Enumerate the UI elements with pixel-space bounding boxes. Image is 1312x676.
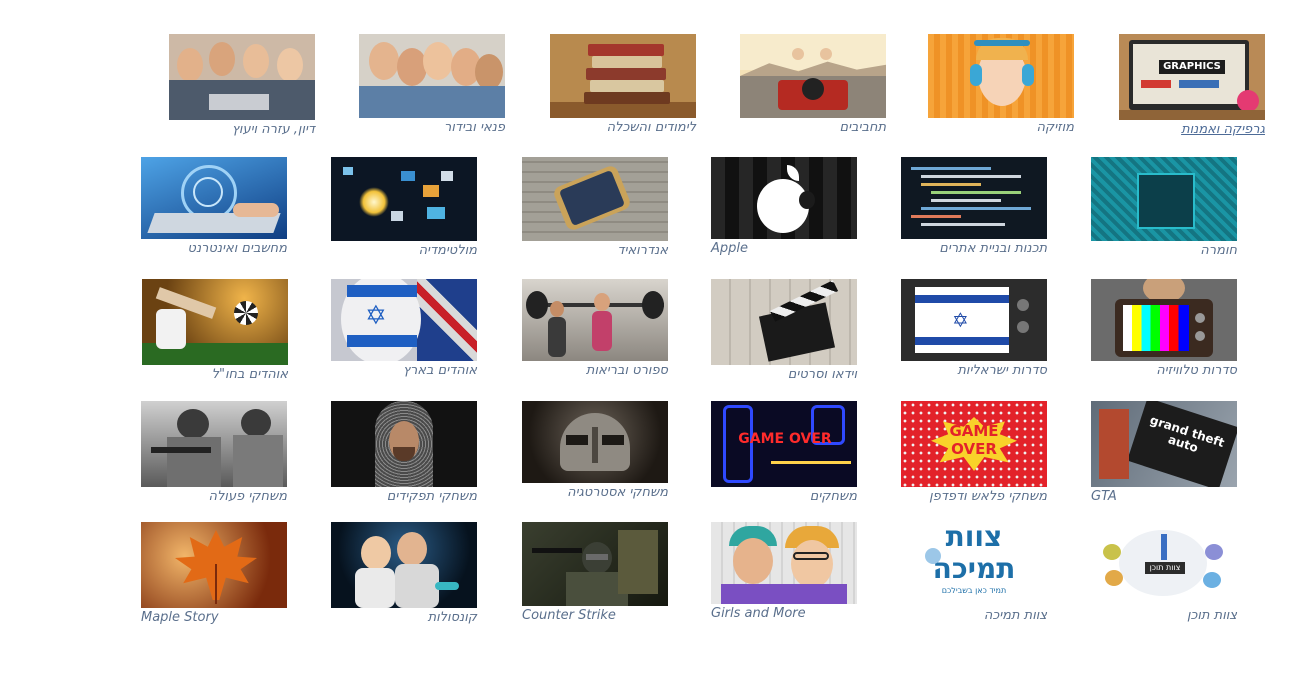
friends-selfie-thumbnail [359, 34, 505, 118]
category-label[interactable]: פנאי ובידור [359, 120, 505, 135]
category-label[interactable]: וידאו וסרטים [711, 367, 857, 382]
category-label[interactable]: Maple Story [141, 610, 287, 625]
soldiers-action-thumbnail [141, 401, 287, 487]
category-tile-discussion[interactable]: דיון, עזרה ויעוץ [169, 34, 315, 137]
support-team-word-1: צוות [945, 522, 1003, 553]
category-tile-music[interactable]: מוזיקה [928, 34, 1074, 135]
category-tile-games[interactable]: GAME OVER משחקים [711, 401, 857, 504]
category-label[interactable]: גרפיקה ואמנות [1119, 122, 1265, 137]
category-label[interactable]: משחקים [711, 489, 857, 504]
category-label[interactable]: ספורט ובריאות [522, 363, 668, 378]
category-label[interactable]: אוהדים בארץ [331, 363, 477, 378]
content-team-badge: צוות תוכן [1145, 562, 1185, 574]
category-label[interactable]: אוהדים בחו"ל [142, 367, 288, 382]
laptop-typing-thumbnail [141, 157, 287, 239]
category-label[interactable]: סדרות ישראליות [901, 363, 1047, 378]
category-tile-action-games[interactable]: משחקי פעולה [141, 401, 287, 504]
music-headphones-thumbnail [928, 34, 1074, 118]
category-label[interactable]: משחקי פלאש ודפדפן [901, 489, 1047, 504]
category-tile-strategy-games[interactable]: משחקי אסטרטגיה [522, 401, 668, 500]
discussion-group-thumbnail [169, 34, 315, 120]
category-label[interactable]: תחביבים [740, 120, 886, 135]
category-label[interactable]: מוזיקה [928, 120, 1075, 135]
category-tile-maple-story[interactable]: Maple Story [141, 522, 287, 625]
category-tile-leisure[interactable]: פנאי ובידור [359, 34, 505, 135]
books-stack-thumbnail [550, 34, 696, 118]
category-tile-counter-strike[interactable]: Counter Strike [522, 522, 668, 623]
maple-leaf-thumbnail [141, 522, 287, 608]
category-tile-israeli-series[interactable]: ✡ סדרות ישראליות [901, 279, 1047, 378]
category-tile-content-team[interactable]: צוות תוכן צוות תוכן [1091, 522, 1237, 623]
category-label[interactable]: משחקי אסטרטגיה [522, 485, 668, 500]
gta-cover-thumbnail: grand theft auto [1091, 401, 1237, 487]
category-tile-fans-abroad[interactable]: אוהדים בחו"ל [142, 279, 288, 382]
category-tile-programming[interactable]: תכנות ובניית אתרים [901, 157, 1047, 256]
category-label[interactable]: אנדרואיד [522, 243, 668, 258]
support-team-tagline: תמיד כאן בשבילכם [941, 586, 1007, 595]
content-team-logo-thumbnail: צוות תוכן [1091, 522, 1237, 606]
category-label[interactable]: GTA [1091, 489, 1237, 504]
counter-strike-thumbnail [522, 522, 668, 606]
category-label[interactable]: סדרות טלוויזיה [1091, 363, 1237, 378]
category-label[interactable]: צוות תמיכה [901, 608, 1047, 623]
category-label[interactable]: תכנות ובניית אתרים [901, 241, 1047, 256]
category-tile-girls-and-more[interactable]: Girls and More [711, 522, 857, 621]
category-label[interactable]: Counter Strike [522, 608, 668, 623]
code-screen-thumbnail [901, 157, 1047, 239]
graphics-word: GRAPHICS [1159, 60, 1225, 74]
viking-helmet-thumbnail [522, 401, 668, 483]
apple-logo-thumbnail [711, 157, 857, 239]
game-over-comic-thumbnail: GAME OVER [901, 401, 1047, 487]
console-players-thumbnail [331, 522, 477, 608]
game-over-text: GAME OVER [738, 431, 832, 447]
category-label[interactable]: Apple [711, 241, 857, 256]
category-tile-graphics[interactable]: GRAPHICS גרפיקה ואמנות [1119, 34, 1265, 137]
soccer-kick-thumbnail [142, 279, 288, 365]
two-girls-thumbnail [711, 522, 857, 604]
category-tile-android[interactable]: אנדרואיד [522, 157, 668, 258]
category-label[interactable]: לימודים והשכלה [550, 120, 696, 135]
gym-barbell-thumbnail [522, 279, 668, 361]
category-tile-studies[interactable]: לימודים והשכלה [550, 34, 696, 135]
over-word: OVER [951, 440, 997, 458]
category-tile-apple[interactable]: Apple [711, 157, 857, 256]
category-tile-hobbies[interactable]: תחביבים [740, 34, 886, 135]
multimedia-burst-thumbnail [331, 157, 477, 241]
category-tile-tv-series[interactable]: סדרות טלוויזיה [1091, 279, 1237, 378]
category-tile-support-team[interactable]: צוות תמיכה תמיד כאן בשבילכם צוות תמיכה [901, 522, 1047, 623]
category-label[interactable]: קונסולות [331, 610, 477, 625]
category-tile-multimedia[interactable]: מולטימדיה [331, 157, 477, 258]
category-tile-flash-games[interactable]: GAME OVER משחקי פלאש ודפדפן [901, 401, 1047, 504]
category-label[interactable]: מולטימדיה [331, 243, 477, 258]
category-tile-gta[interactable]: grand theft auto GTA [1091, 401, 1237, 504]
category-tile-consoles[interactable]: קונסולות [331, 522, 477, 625]
category-label[interactable]: צוות תוכן [1091, 608, 1237, 623]
flag-face-paint-thumbnail: ✡ [331, 279, 477, 361]
israel-flag-tv-thumbnail: ✡ [901, 279, 1047, 361]
android-phone-thumbnail [522, 157, 668, 241]
category-tile-video-movies[interactable]: וידאו וסרטים [711, 279, 857, 382]
knight-chainmail-thumbnail [331, 401, 477, 487]
category-tile-computers[interactable]: מחשבים ואינטרנט [141, 157, 287, 256]
category-label[interactable]: משחקי תפקידים [331, 489, 477, 504]
game-word: GAME [949, 422, 999, 440]
category-tile-rpg[interactable]: משחקי תפקידים [331, 401, 477, 504]
category-tile-hardware[interactable]: חומרה [1091, 157, 1237, 258]
game-over-pacman-thumbnail: GAME OVER [711, 401, 857, 487]
category-label[interactable]: משחקי פעולה [141, 489, 287, 504]
graphics-art-thumbnail: GRAPHICS [1119, 34, 1265, 120]
hobbies-jeep-thumbnail [740, 34, 886, 118]
category-tile-fans-local[interactable]: ✡ אוהדים בארץ [331, 279, 477, 378]
category-label[interactable]: Girls and More [711, 606, 857, 621]
circuit-chip-thumbnail [1091, 157, 1237, 241]
category-label[interactable]: חומרה [1091, 243, 1237, 258]
retro-tv-thumbnail [1091, 279, 1237, 361]
support-team-logo-thumbnail: צוות תמיכה תמיד כאן בשבילכם [901, 522, 1047, 606]
category-tile-sport-health[interactable]: ספורט ובריאות [522, 279, 668, 378]
clapperboard-thumbnail [711, 279, 857, 365]
category-label[interactable]: דיון, עזרה ויעוץ [169, 122, 315, 137]
category-label[interactable]: מחשבים ואינטרנט [141, 241, 287, 256]
